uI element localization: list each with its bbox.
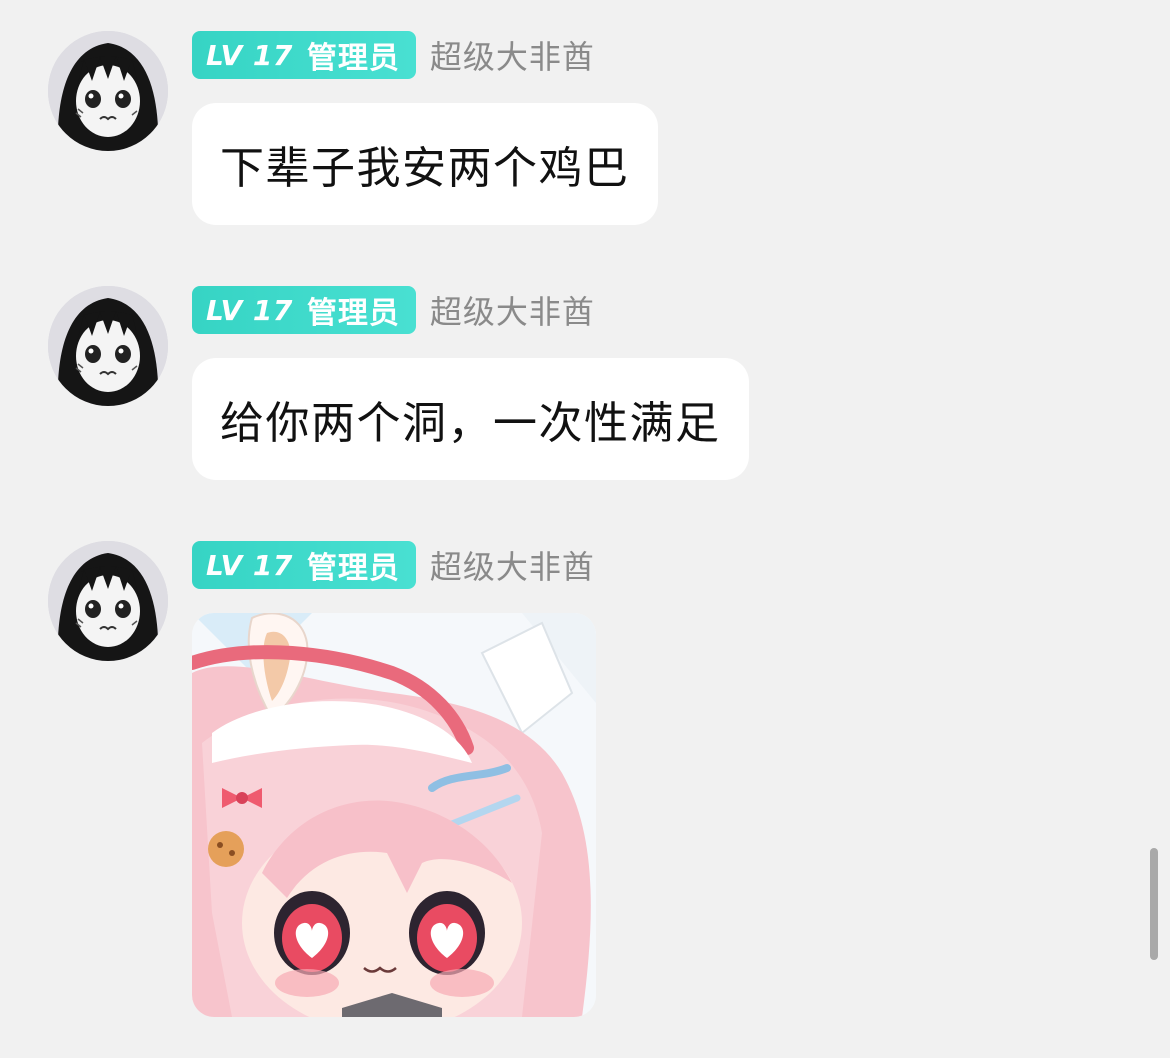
level-badge: LV 17 管理员 bbox=[192, 286, 416, 334]
scrollbar[interactable] bbox=[1150, 848, 1158, 960]
pink-anime-girl-sticker-icon[interactable] bbox=[192, 613, 596, 1017]
role-text: 管理员 bbox=[306, 296, 400, 331]
message-text: 给你两个洞，一次性满足 bbox=[220, 398, 721, 449]
username[interactable]: 超级大非酋 bbox=[430, 32, 595, 78]
level-text: LV 17 bbox=[206, 293, 293, 327]
anime-girl-avatar-icon[interactable] bbox=[48, 286, 168, 406]
role-text: 管理员 bbox=[306, 41, 400, 76]
level-badge: LV 17 管理员 bbox=[192, 31, 416, 79]
username[interactable]: 超级大非酋 bbox=[430, 542, 595, 588]
level-badge: LV 17 管理员 bbox=[192, 541, 416, 589]
anime-girl-avatar-icon[interactable] bbox=[48, 31, 168, 151]
anime-girl-avatar-icon[interactable] bbox=[48, 541, 168, 661]
message-header: LV 17 管理员 超级大非酋 bbox=[192, 541, 595, 589]
username[interactable]: 超级大非酋 bbox=[430, 287, 595, 333]
level-text: LV 17 bbox=[206, 38, 293, 72]
level-text: LV 17 bbox=[206, 548, 293, 582]
message-header: LV 17 管理员 超级大非酋 bbox=[192, 31, 595, 79]
message-bubble[interactable]: 下辈子我安两个鸡巴 bbox=[192, 103, 658, 225]
role-text: 管理员 bbox=[306, 551, 400, 586]
message-text: 下辈子我安两个鸡巴 bbox=[220, 143, 630, 194]
chat-message-list[interactable]: LV 17 管理员 超级大非酋 下辈子我安两个鸡巴 LV 17 管理员 超级大非… bbox=[0, 0, 1170, 1058]
message-bubble[interactable]: 给你两个洞，一次性满足 bbox=[192, 358, 749, 480]
message-header: LV 17 管理员 超级大非酋 bbox=[192, 286, 595, 334]
